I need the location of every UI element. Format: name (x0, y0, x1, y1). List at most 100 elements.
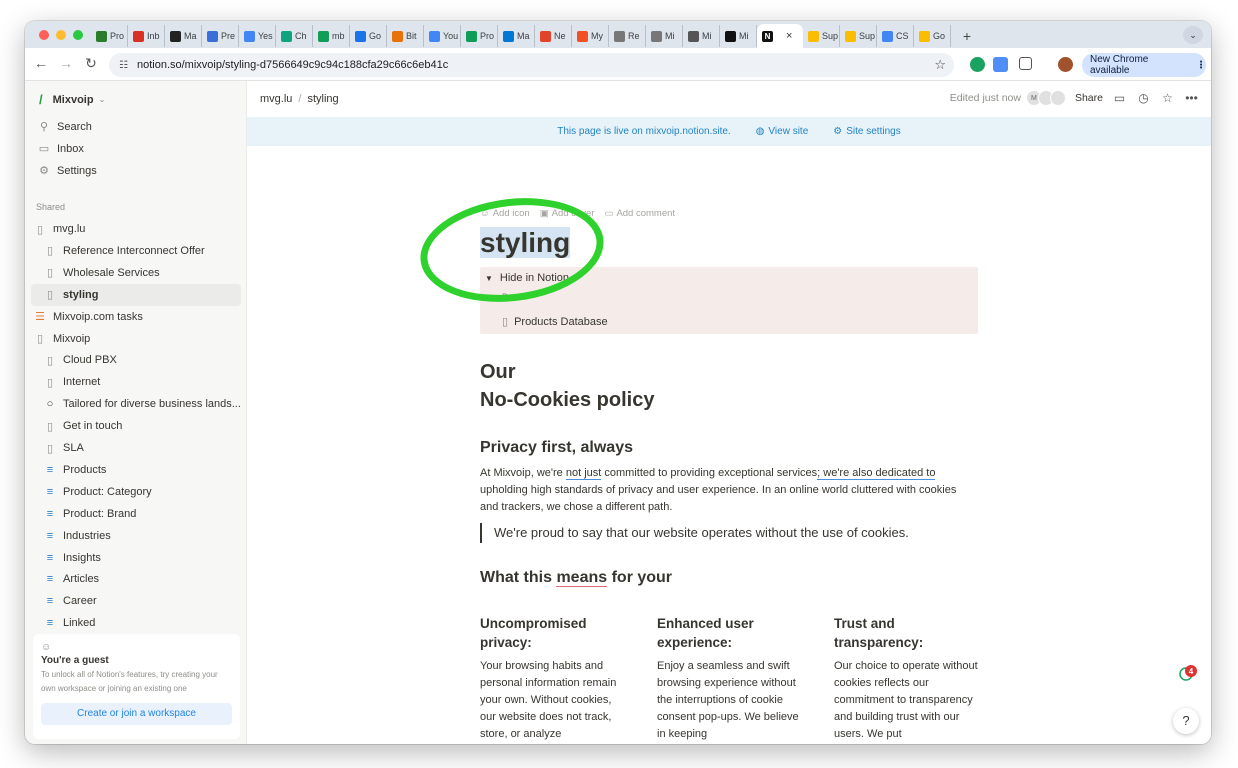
help-button[interactable]: ? (1173, 708, 1199, 734)
grammarly-extension-icon[interactable] (970, 57, 985, 72)
extensions-puzzle-icon[interactable] (1019, 57, 1032, 70)
para-text: At Mixvoip, we're (480, 467, 566, 479)
tab-8[interactable]: Bit (387, 25, 424, 47)
sidebar-item[interactable]: ≡ Industries (31, 525, 241, 547)
products-database-link[interactable]: ▯ Products Database (502, 315, 608, 329)
sidebar-nav-label: Settings (57, 164, 97, 177)
translate-extension-icon[interactable] (993, 57, 1008, 72)
sidebar-item[interactable]: ≡ Products (31, 459, 241, 481)
address-bar[interactable]: ☷ notion.so/mixvoip/styling-d7566649c9c9… (109, 53, 954, 77)
tab-11[interactable]: Ma (498, 25, 535, 47)
tab-favicon-icon (281, 30, 292, 42)
tab-10[interactable]: Pro (461, 25, 498, 47)
sidebar-item[interactable]: ≡ Articles (31, 568, 241, 590)
tab-14[interactable]: Re (609, 25, 646, 47)
tab-5[interactable]: Ch (276, 25, 313, 47)
toggle-header[interactable]: ▼ Hide in Notion (485, 272, 569, 284)
close-tab-icon[interactable]: × (786, 30, 792, 42)
toggle-hidden-item[interactable]: D...d (502, 292, 521, 302)
sidebar-item[interactable]: ▯ Mixvoip (31, 328, 241, 350)
sidebar-item[interactable]: ≡ Insights (31, 547, 241, 569)
profile-avatar[interactable] (1058, 57, 1073, 72)
sidebar-item[interactable]: ▯ Reference Interconnect Offer (31, 240, 241, 262)
tab-search-button[interactable]: ⌄ (1183, 26, 1203, 44)
notification-lightbulb-icon[interactable]: 4 (1179, 664, 1197, 682)
new-chrome-button[interactable]: New Chrome available ⋮ (1082, 53, 1206, 77)
toggle-triangle-icon[interactable]: ▼ (485, 274, 493, 283)
forward-button[interactable]: → (56, 55, 76, 71)
sidebar-item[interactable]: ▯ Get in touch (31, 415, 241, 437)
tab-12[interactable]: Ne (535, 25, 572, 47)
sidebar-item-label: styling (63, 288, 99, 301)
history-clock-icon[interactable]: ◷ (1136, 91, 1151, 105)
tab-13[interactable]: My (572, 25, 609, 47)
sidebar-item[interactable]: ≡ Career (31, 590, 241, 612)
close-window-button[interactable] (39, 30, 49, 40)
comment-icon[interactable]: ▭ (1112, 91, 1127, 105)
site-settings-link[interactable]: ⚙ Site settings (833, 126, 900, 137)
tab-6[interactable]: mb (313, 25, 350, 47)
tab-a1[interactable]: Sup (840, 25, 877, 47)
column-trust: Trust and transparency: Our choice to op… (834, 614, 982, 743)
add-icon-button[interactable]: ☺ Add icon (480, 208, 530, 219)
zoom-window-button[interactable] (73, 30, 83, 40)
share-button[interactable]: Share (1075, 92, 1103, 104)
add-comment-button[interactable]: ▭ Add comment (604, 208, 675, 219)
tab-favicon-icon (355, 30, 366, 42)
tab-9[interactable]: You (424, 25, 461, 47)
workspace-switcher[interactable]: / Mixvoip ⌄ (39, 92, 105, 107)
sidebar-item[interactable]: ☰ Mixvoip.com tasks (31, 306, 241, 328)
bookmark-star-icon[interactable]: ☆ (934, 57, 946, 73)
create-workspace-button[interactable]: Create or join a workspace (41, 703, 232, 725)
heading-privacy-first: Privacy first, always (480, 439, 633, 456)
tab-a2[interactable]: CS (877, 25, 914, 47)
sidebar-settings[interactable]: ⚙ Settings (37, 164, 97, 178)
site-info-icon[interactable]: ☷ (119, 60, 128, 71)
sidebar-item[interactable]: ▯ Wholesale Services (31, 262, 241, 284)
kebab-menu-icon[interactable]: ⋮ (1196, 60, 1206, 71)
collaborator-avatars[interactable]: M (1025, 90, 1066, 106)
tab-1[interactable]: Inb (128, 25, 165, 47)
tab-4[interactable]: Yes (239, 25, 276, 47)
breadcrumb-current[interactable]: styling (307, 93, 338, 105)
sidebar-item[interactable]: ○ Tailored for diverse business lands... (31, 393, 241, 415)
breadcrumb-parent[interactable]: mvg.lu (260, 93, 292, 105)
sidebar-item[interactable]: ≡ Linked (31, 612, 241, 634)
page-title[interactable]: styling (480, 227, 571, 259)
tab-2[interactable]: Ma (165, 25, 202, 47)
workspace-name: Mixvoip (52, 93, 94, 106)
tab-0[interactable]: Pro (91, 25, 128, 47)
tab-7[interactable]: Go (350, 25, 387, 47)
sidebar-item[interactable]: ▯ Internet (31, 371, 241, 393)
add-cover-button[interactable]: ▣ Add cover (540, 208, 595, 219)
sidebar-inbox[interactable]: ▭ Inbox (37, 142, 84, 156)
tab-active-notion[interactable]: N × (757, 24, 803, 48)
notion-favicon-icon: N (762, 30, 773, 42)
sidebar-item[interactable]: ▯ SLA (31, 437, 241, 459)
database-icon: ≡ (46, 507, 54, 520)
add-comment-label: Add comment (616, 208, 676, 219)
more-options-icon[interactable]: ••• (1184, 91, 1199, 105)
back-button[interactable]: ← (31, 55, 51, 71)
tab-15[interactable]: Mi (646, 25, 683, 47)
new-tab-button[interactable]: + (957, 28, 977, 44)
tab-17[interactable]: Mi (720, 25, 757, 47)
sidebar-search[interactable]: ⚲ Search (37, 120, 92, 134)
sidebar-item-label: Articles (63, 573, 100, 586)
minimize-window-button[interactable] (56, 30, 66, 40)
reload-button[interactable]: ↻ (81, 55, 101, 72)
sidebar-item[interactable]: ▯ mvg.lu (31, 218, 241, 240)
globe-icon: ◍ (755, 126, 765, 137)
tab-3[interactable]: Pre (202, 25, 239, 47)
sidebar-item[interactable]: ≡ Product: Category (31, 481, 241, 503)
view-site-link[interactable]: ◍ View site (756, 126, 809, 137)
tab-a3[interactable]: Go (914, 25, 951, 47)
sidebar-item[interactable]: ▯ styling (31, 283, 241, 306)
tab-16[interactable]: Mi (683, 25, 720, 47)
tab-a0[interactable]: Sup (803, 25, 840, 47)
sidebar-item[interactable]: ▯ Cloud PBX (31, 349, 241, 371)
breadcrumb: mvg.lu / styling (260, 93, 339, 105)
sidebar-item[interactable]: ≡ Product: Brand (31, 503, 241, 525)
favorite-star-icon[interactable]: ☆ (1160, 91, 1175, 105)
topbar-actions: Edited just now M Share ▭ ◷ ☆ ••• (950, 90, 1199, 106)
